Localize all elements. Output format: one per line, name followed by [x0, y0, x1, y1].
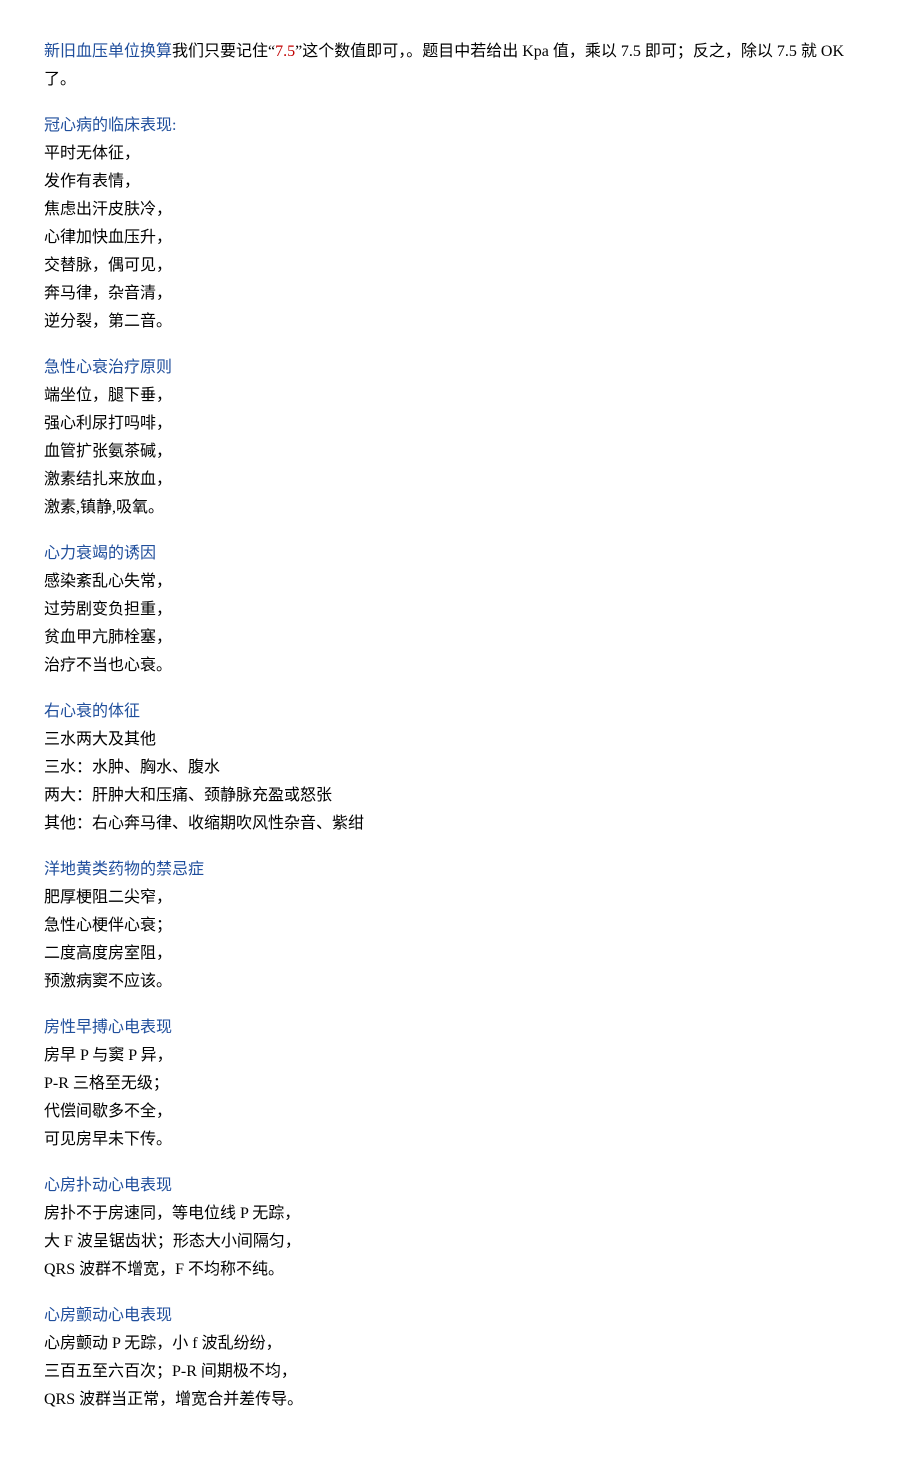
section-heading: 右心衰的体征: [44, 703, 140, 720]
section-line: 大 F 波呈锯齿状；形态大小间隔匀，: [44, 1228, 876, 1256]
section-heading-suffix: :: [172, 117, 176, 134]
section-heading: 房性早搏心电表现: [44, 1019, 172, 1036]
intro-highlight: 7.5: [275, 43, 295, 60]
section: 急性心衰治疗原则端坐位，腿下垂，强心利尿打吗啡，血管扩张氨茶碱，激素结扎来放血，…: [44, 354, 876, 522]
intro-text-before: 我们只要记住“: [172, 43, 275, 60]
section-line: 三水：水肿、胸水、腹水: [44, 754, 876, 782]
section-line: 激素,镇静,吸氧。: [44, 494, 876, 522]
section-line: 奔马律，杂音清，: [44, 280, 876, 308]
section-line: 心律加快血压升，: [44, 224, 876, 252]
section-line: 端坐位，腿下垂，: [44, 382, 876, 410]
section-line: 激素结扎来放血，: [44, 466, 876, 494]
section-line: QRS 波群不增宽，F 不均称不纯。: [44, 1256, 876, 1284]
section-line: 逆分裂，第二音。: [44, 308, 876, 336]
section-line: 交替脉，偶可见，: [44, 252, 876, 280]
section-line: 可见房早未下传。: [44, 1126, 876, 1154]
section-line: 感染紊乱心失常，: [44, 568, 876, 596]
intro-heading: 新旧血压单位换算: [44, 43, 172, 60]
section-line: 心房颤动 P 无踪，小 f 波乱纷纷，: [44, 1330, 876, 1358]
section: 房性早搏心电表现房早 P 与窦 P 异，P-R 三格至无级；代偿间歇多不全，可见…: [44, 1014, 876, 1154]
section-line: 二度高度房室阻，: [44, 940, 876, 968]
intro-paragraph: 新旧血压单位换算我们只要记住“7.5”这个数值即可，。题目中若给出 Kpa 值，…: [44, 38, 876, 94]
section-heading: 急性心衰治疗原则: [44, 359, 172, 376]
section-line: 其他：右心奔马律、收缩期吹风性杂音、紫绀: [44, 810, 876, 838]
section-line: 肥厚梗阻二尖窄，: [44, 884, 876, 912]
section-heading: 心房扑动心电表现: [44, 1177, 172, 1194]
section-line: 强心利尿打吗啡，: [44, 410, 876, 438]
section-line: 焦虑出汗皮肤冷，: [44, 196, 876, 224]
section-line: 两大：肝肿大和压痛、颈静脉充盈或怒张: [44, 782, 876, 810]
section-line: 房早 P 与窦 P 异，: [44, 1042, 876, 1070]
section-line: 三水两大及其他: [44, 726, 876, 754]
section-line: 代偿间歇多不全，: [44, 1098, 876, 1126]
section-line: 房扑不于房速同，等电位线 P 无踪，: [44, 1200, 876, 1228]
section-heading: 心房颤动心电表现: [44, 1307, 172, 1324]
section-line: 治疗不当也心衰。: [44, 652, 876, 680]
section-line: 血管扩张氨茶碱，: [44, 438, 876, 466]
section: 洋地黄类药物的禁忌症肥厚梗阻二尖窄，急性心梗伴心衰；二度高度房室阻，预激病窦不应…: [44, 856, 876, 996]
section: 右心衰的体征三水两大及其他三水：水肿、胸水、腹水两大：肝肿大和压痛、颈静脉充盈或…: [44, 698, 876, 838]
section: 冠心病的临床表现: 平时无体征，发作有表情，焦虑出汗皮肤冷，心律加快血压升，交替脉…: [44, 112, 876, 336]
section-line: 贫血甲亢肺栓塞，: [44, 624, 876, 652]
section-line: 三百五至六百次；P-R 间期极不均，: [44, 1358, 876, 1386]
section-line: 急性心梗伴心衰；: [44, 912, 876, 940]
section-heading: 冠心病的临床表现: [44, 117, 172, 134]
section: 心房颤动心电表现心房颤动 P 无踪，小 f 波乱纷纷，三百五至六百次；P-R 间…: [44, 1302, 876, 1414]
section-line: 预激病窦不应该。: [44, 968, 876, 996]
section-line: QRS 波群当正常，增宽合并差传导。: [44, 1386, 876, 1414]
section-heading: 洋地黄类药物的禁忌症: [44, 861, 204, 878]
section: 心力衰竭的诱因感染紊乱心失常，过劳剧变负担重，贫血甲亢肺栓塞，治疗不当也心衰。: [44, 540, 876, 680]
section-line: 过劳剧变负担重，: [44, 596, 876, 624]
section-line: 发作有表情，: [44, 168, 876, 196]
section: 心房扑动心电表现房扑不于房速同，等电位线 P 无踪，大 F 波呈锯齿状；形态大小…: [44, 1172, 876, 1284]
section-line: 平时无体征，: [44, 140, 876, 168]
section-heading: 心力衰竭的诱因: [44, 545, 156, 562]
section-line: P-R 三格至无级；: [44, 1070, 876, 1098]
